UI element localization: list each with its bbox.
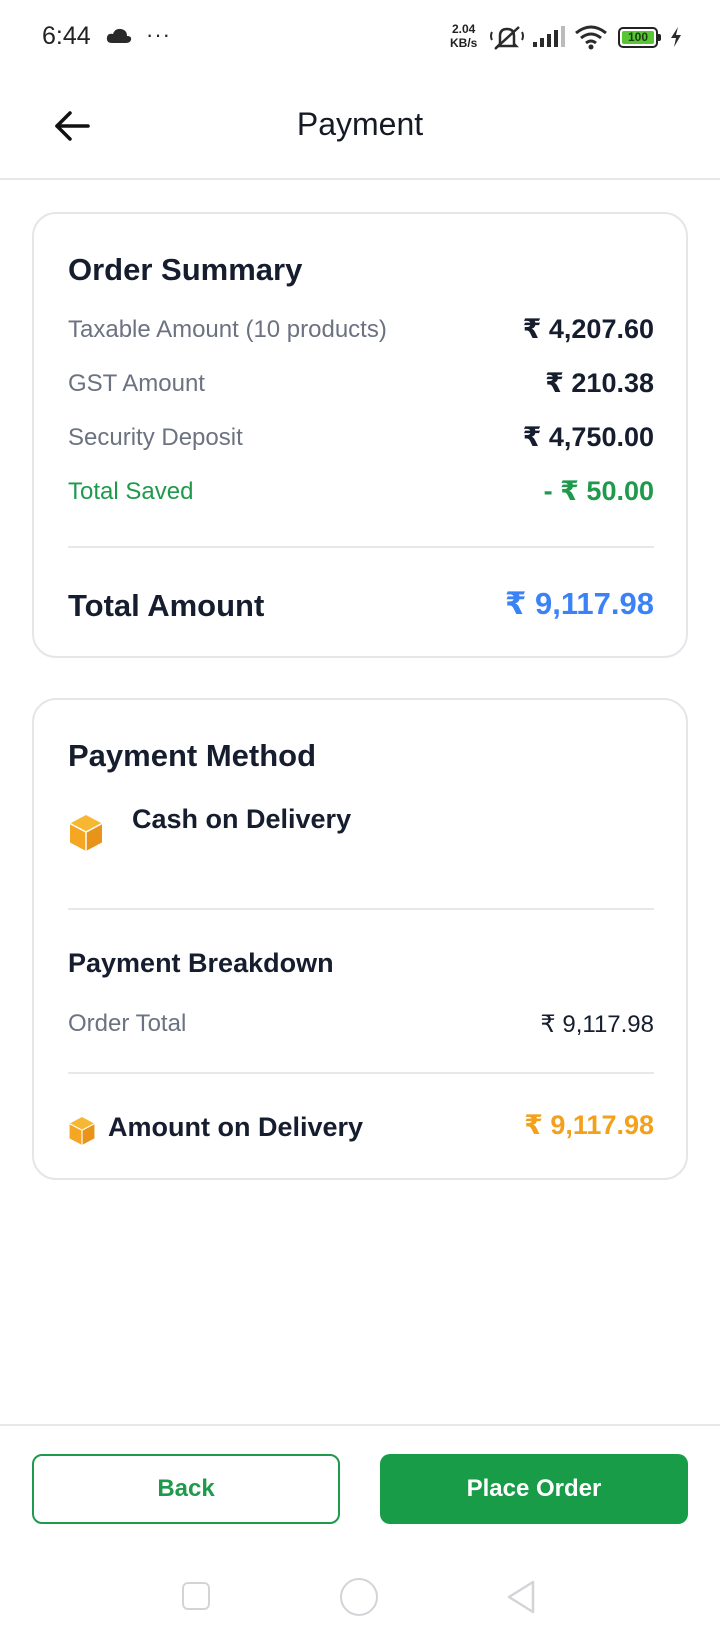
box-icon: [68, 814, 104, 857]
security-deposit-value: ₹ 4,750.00: [522, 422, 654, 452]
signal-icon: [533, 26, 567, 53]
cash-on-delivery-option[interactable]: Cash on Delivery: [132, 804, 351, 835]
battery-icon: 100: [618, 27, 661, 48]
summary-divider: [68, 546, 654, 548]
nav-back-icon[interactable]: [506, 1580, 536, 1619]
wifi-icon: [574, 24, 608, 55]
payment-breakdown-heading: Payment Breakdown: [68, 948, 334, 978]
place-order-button[interactable]: Place Order: [380, 1454, 688, 1524]
order-total-label: Order Total: [68, 1010, 187, 1037]
total-saved-value: - ₹ 50.00: [543, 476, 654, 506]
back-button[interactable]: Back: [32, 1454, 340, 1524]
status-bar: 6:44 ··· 2.04 KB/s 100: [0, 0, 720, 76]
net-speed: 2.04 KB/s: [450, 22, 477, 50]
battery-tip: [658, 34, 661, 41]
bottom-action-bar: Back Place Order: [0, 1424, 720, 1534]
security-deposit-label: Security Deposit: [68, 424, 243, 451]
breakdown-divider: [68, 1072, 654, 1074]
amount-on-delivery-value: ₹ 9,117.98: [524, 1110, 654, 1140]
taxable-amount-value: ₹ 4,207.60: [522, 314, 654, 344]
charge-icon: [670, 27, 682, 52]
total-amount-label: Total Amount: [68, 588, 265, 623]
status-time: 6:44: [42, 22, 91, 50]
top-app-bar: Payment: [0, 76, 720, 180]
cloud-icon: [106, 28, 132, 49]
recents-icon[interactable]: [182, 1582, 210, 1610]
home-icon[interactable]: [340, 1578, 378, 1616]
more-icon: ···: [146, 22, 171, 47]
gst-amount-label: GST Amount: [68, 370, 205, 397]
net-speed-value: 2.04: [451, 22, 476, 36]
payment-method-heading: Payment Method: [68, 738, 317, 773]
payment-method-card: Payment Method Cash on Delivery Payment …: [32, 698, 688, 1180]
gst-amount-value: ₹ 210.38: [545, 368, 654, 398]
order-summary-heading: Order Summary: [68, 252, 303, 287]
method-divider: [68, 908, 654, 910]
amount-on-delivery-label: Amount on Delivery: [108, 1112, 364, 1142]
system-nav-bar: [0, 1560, 720, 1640]
mute-icon: [490, 24, 524, 57]
order-total-value: ₹ 9,117.98: [540, 1011, 654, 1038]
order-summary-card: Order Summary Taxable Amount (10 product…: [32, 212, 688, 658]
total-amount-value: ₹ 9,117.98: [504, 586, 654, 621]
net-speed-unit: KB/s: [450, 36, 478, 50]
battery-level: 100: [622, 31, 654, 44]
total-saved-label: Total Saved: [68, 478, 194, 505]
delivery-box-icon: [68, 1116, 96, 1151]
page-title: Payment: [296, 106, 424, 142]
taxable-amount-label: Taxable Amount (10 products): [68, 316, 387, 343]
